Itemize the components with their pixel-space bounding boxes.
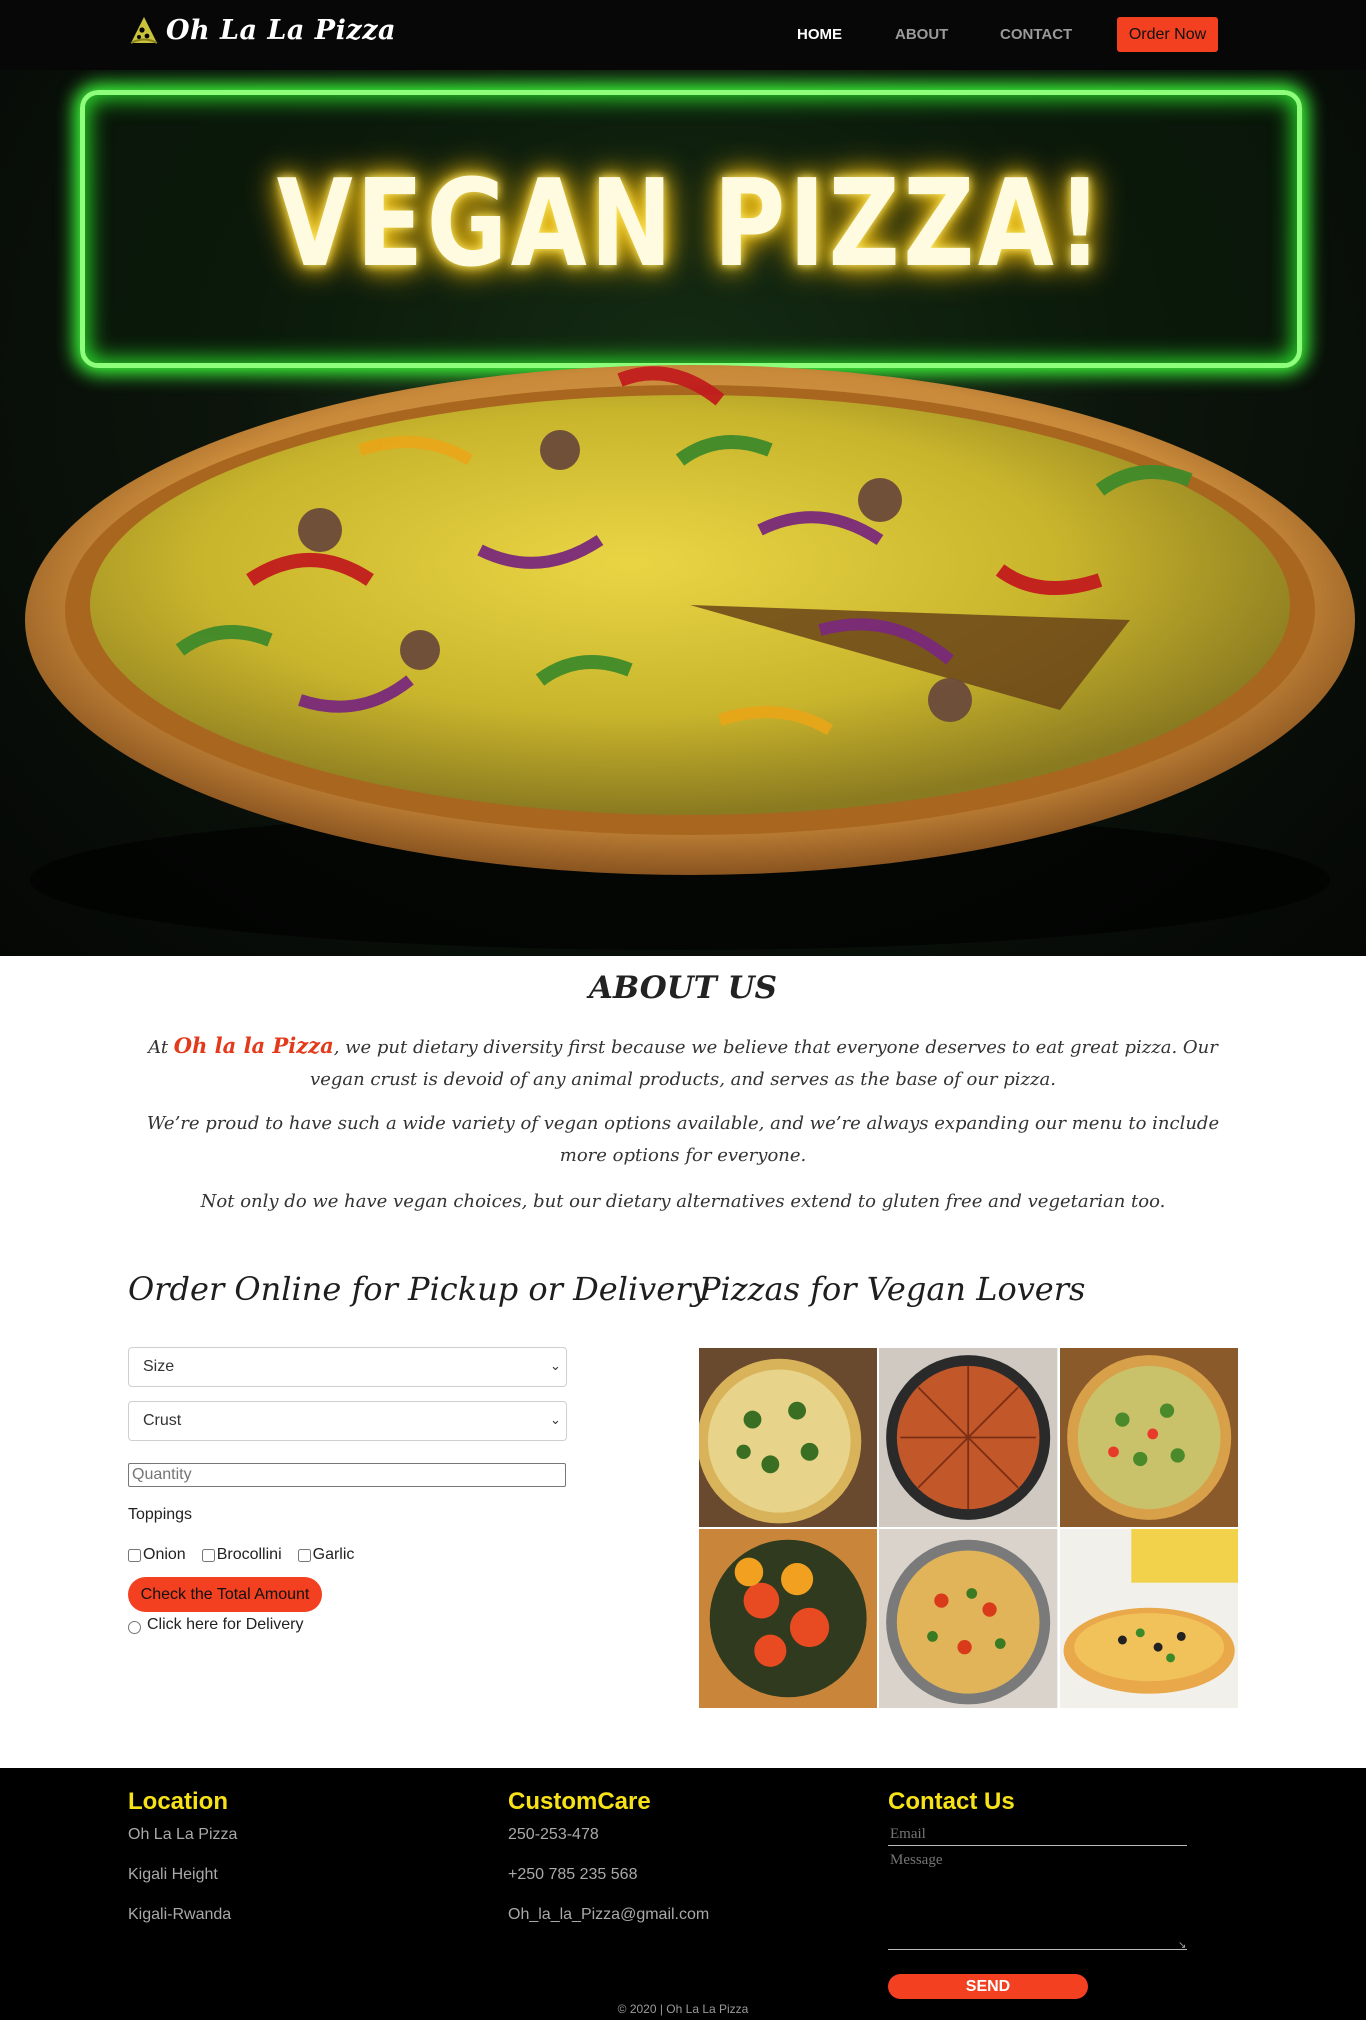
nav-about-link[interactable]: ABOUT <box>895 26 948 43</box>
about-paragraph-1: At Oh la la Pizza, we put dietary divers… <box>128 1030 1238 1096</box>
toppings-checkbox-group: Onion Brocollini Garlic <box>128 1546 366 1564</box>
gallery-image-pepper-pizza <box>879 1529 1058 1708</box>
topping-brocollini[interactable]: Brocollini <box>201 1546 282 1564</box>
gallery-image-red-pizza <box>879 1348 1058 1527</box>
footer-location-line: Kigali Height <box>128 1866 218 1883</box>
footer-location-title: Location <box>128 1788 228 1815</box>
brocollini-label: Brocollini <box>216 1546 282 1563</box>
about-brand-name: Oh la la Pizza <box>173 1033 334 1058</box>
send-button[interactable]: SEND <box>888 1974 1088 1999</box>
check-total-button[interactable]: Check the Total Amount <box>128 1577 322 1612</box>
footer-email: Oh_la_la_Pizza@gmail.com <box>508 1906 710 1923</box>
contact-message-textarea[interactable] <box>888 1852 1187 1950</box>
garlic-checkbox[interactable] <box>297 1548 311 1562</box>
order-now-button[interactable]: Order Now <box>1117 17 1218 52</box>
about-paragraph-2: We’re proud to have such a wide variety … <box>146 1113 1220 1166</box>
nav-contact-link[interactable]: CONTACT <box>1000 26 1072 43</box>
copyright-text: © 2020 | Oh La La Pizza <box>617 2002 749 2016</box>
gallery-image-green-pizza <box>1059 1348 1238 1527</box>
onion-label: Onion <box>143 1546 186 1563</box>
nav-home-link[interactable]: HOME <box>797 26 842 43</box>
garlic-label: Garlic <box>312 1546 355 1563</box>
gallery-image-broccoli-pizza <box>699 1348 878 1527</box>
pizza-gallery <box>699 1348 1238 1708</box>
footer-phone: 250-253-478 <box>508 1826 599 1843</box>
gallery-image-tomato-pizza <box>699 1529 878 1708</box>
topping-garlic[interactable]: Garlic <box>297 1546 355 1564</box>
size-select[interactable]: Size <box>128 1347 567 1387</box>
delivery-option[interactable]: Click here for Delivery <box>128 1615 303 1634</box>
top-navbar: Oh La La Pizza HOME ABOUT CONTACT Order … <box>0 0 1366 70</box>
page-bottom-strip <box>0 2020 1366 2037</box>
site-footer: Location Oh La La Pizza Kigali Height Ki… <box>0 1768 1366 2020</box>
about-p1-prefix: At <box>148 1037 174 1058</box>
hero-pizza-image <box>25 365 1355 950</box>
footer-contact-title: Contact Us <box>888 1788 1015 1815</box>
footer-location-line: Oh La La Pizza <box>128 1826 238 1843</box>
resize-handle-icon[interactable]: ↘ <box>1178 1940 1186 1951</box>
quantity-input[interactable] <box>128 1463 566 1487</box>
about-paragraph-3: Not only do we have vegan choices, but o… <box>200 1191 1166 1212</box>
gallery-title: Pizzas for Vegan Lovers <box>699 1270 1086 1308</box>
footer-customcare-title: CustomCare <box>508 1788 651 1815</box>
delivery-label: Click here for Delivery <box>147 1615 304 1633</box>
topping-onion[interactable]: Onion <box>128 1546 186 1564</box>
toppings-label: Toppings <box>128 1506 193 1523</box>
order-section-title: Order Online for Pickup or Delivery <box>128 1270 709 1308</box>
hero-banner: VEGAN PIZZA! <box>0 70 1366 956</box>
contact-email-input[interactable] <box>888 1824 1187 1846</box>
hero-title: VEGAN PIZZA! <box>276 155 1106 294</box>
about-title: ABOUT US <box>588 970 778 1006</box>
delivery-radio[interactable] <box>128 1621 141 1634</box>
gallery-image-olive-pizza <box>1059 1529 1238 1708</box>
footer-location-line: Kigali-Rwanda <box>128 1906 232 1923</box>
onion-checkbox[interactable] <box>128 1548 141 1562</box>
about-p1-rest: , we put dietary diversity first because… <box>310 1037 1218 1090</box>
footer-phone: +250 785 235 568 <box>508 1866 638 1883</box>
crust-select[interactable]: Crust <box>128 1401 567 1441</box>
brocollini-checkbox[interactable] <box>201 1548 215 1562</box>
